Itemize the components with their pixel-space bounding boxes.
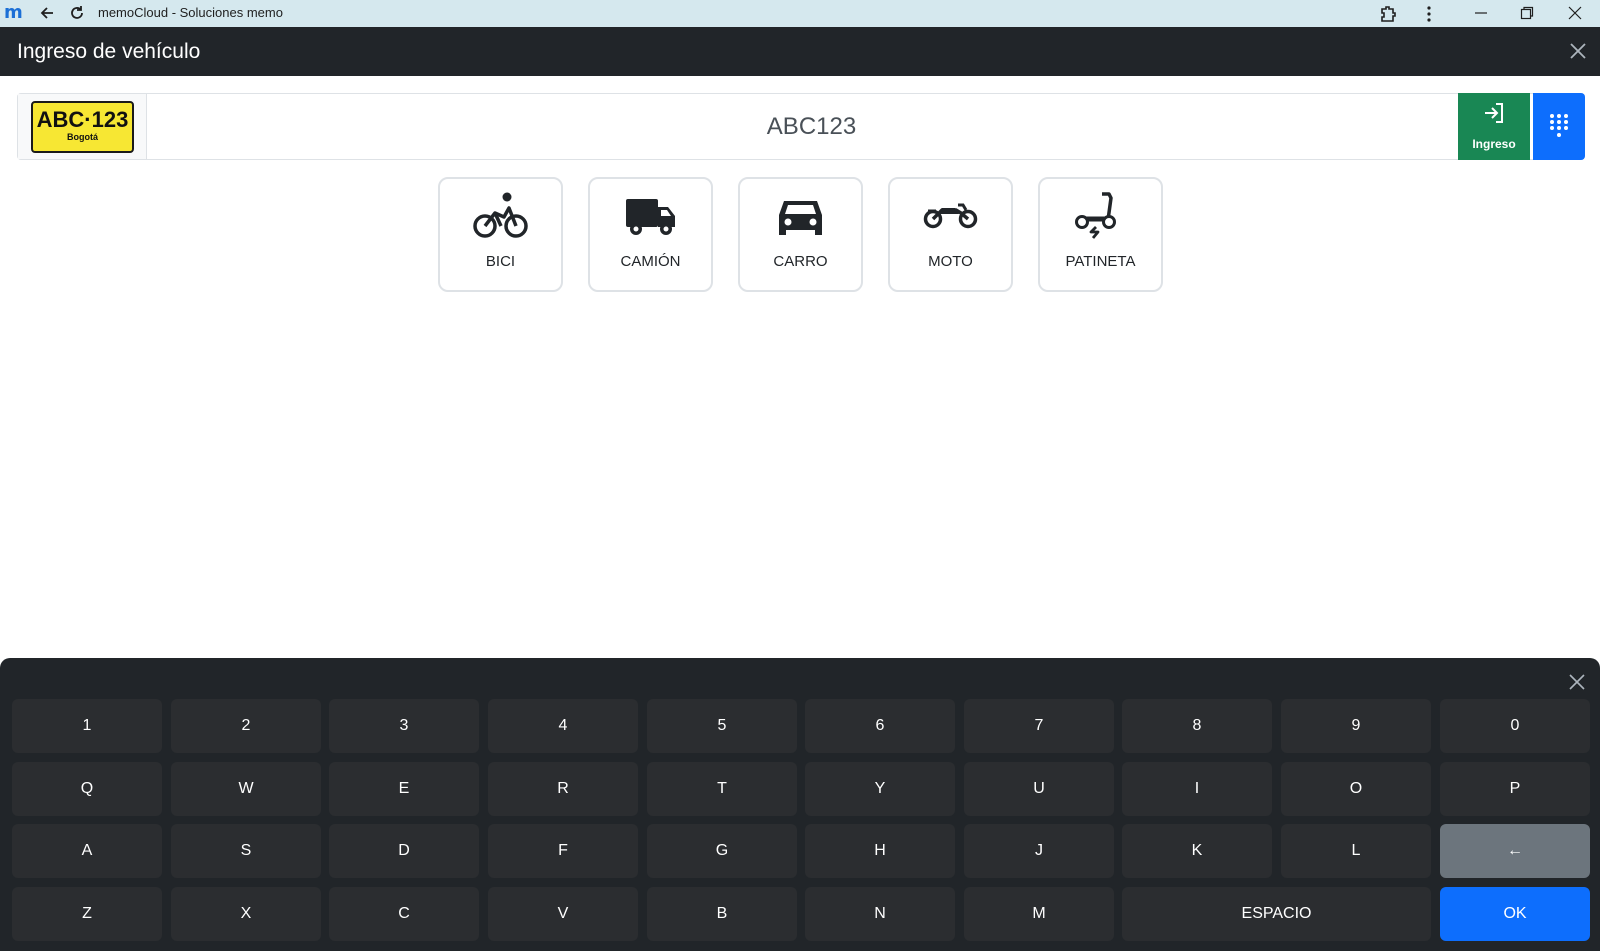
key-x[interactable]: X: [171, 887, 321, 941]
keypad-toggle-button[interactable]: [1533, 93, 1585, 160]
key-s[interactable]: S: [171, 824, 321, 878]
restore-icon[interactable]: [1520, 6, 1534, 20]
sign-in-icon: [1485, 103, 1503, 123]
motorcycle-icon: [923, 203, 978, 229]
key-w[interactable]: W: [171, 762, 321, 816]
plate-input-group: ABC·123 Bogotá: [17, 93, 1585, 160]
key-6[interactable]: 6: [805, 699, 955, 753]
vehicle-card-camion[interactable]: CAMIÓN: [588, 177, 713, 292]
key-3[interactable]: 3: [329, 699, 479, 753]
key-n[interactable]: N: [805, 887, 955, 941]
vehicle-card-bici[interactable]: BICI: [438, 177, 563, 292]
key-b[interactable]: B: [647, 887, 797, 941]
key-4[interactable]: 4: [488, 699, 638, 753]
reload-icon[interactable]: [68, 4, 86, 22]
scooter-icon: [1075, 192, 1116, 239]
vehicle-card-patineta[interactable]: PATINETA: [1038, 177, 1163, 292]
plate-badge-container: ABC·123 Bogotá: [18, 94, 147, 159]
key-l[interactable]: L: [1281, 824, 1431, 878]
key-8[interactable]: 8: [1122, 699, 1272, 753]
plate-input[interactable]: [148, 94, 1475, 159]
key-h[interactable]: H: [805, 824, 955, 878]
more-options-icon[interactable]: [1422, 4, 1436, 24]
key-e[interactable]: E: [329, 762, 479, 816]
plate-badge-city: Bogotá: [67, 132, 98, 142]
key-0[interactable]: 0: [1440, 699, 1590, 753]
minimize-icon[interactable]: [1474, 6, 1488, 20]
key-m[interactable]: M: [964, 887, 1114, 941]
browser-title-bar: m memoCloud - Soluciones memo: [0, 0, 1600, 27]
close-icon[interactable]: [1569, 42, 1587, 60]
ingreso-button[interactable]: Ingreso: [1458, 93, 1530, 160]
key-c[interactable]: C: [329, 887, 479, 941]
license-plate-badge: ABC·123 Bogotá: [31, 101, 134, 153]
key-r[interactable]: R: [488, 762, 638, 816]
key-i[interactable]: I: [1122, 762, 1272, 816]
key-o[interactable]: O: [1281, 762, 1431, 816]
truck-icon: [626, 199, 675, 235]
key-q[interactable]: Q: [12, 762, 162, 816]
browser-tab-title: memoCloud - Soluciones memo: [98, 5, 283, 20]
ok-key[interactable]: OK: [1440, 887, 1590, 941]
key-p[interactable]: P: [1440, 762, 1590, 816]
plate-badge-number: ABC·123: [36, 107, 129, 132]
key-9[interactable]: 9: [1281, 699, 1431, 753]
app-logo: m: [4, 2, 23, 23]
vehicle-label: CAMIÓN: [620, 253, 681, 270]
key-2[interactable]: 2: [171, 699, 321, 753]
key-f[interactable]: F: [488, 824, 638, 878]
vehicle-label: CARRO: [773, 253, 828, 270]
vehicle-card-carro[interactable]: CARRO: [738, 177, 863, 292]
bicycle-icon: [473, 192, 528, 238]
ingreso-label: Ingreso: [1472, 137, 1516, 151]
car-icon: [779, 201, 822, 235]
key-a[interactable]: A: [12, 824, 162, 878]
backspace-key[interactable]: ←: [1440, 824, 1590, 878]
key-5[interactable]: 5: [647, 699, 797, 753]
vehicle-label: BICI: [485, 253, 516, 270]
vehicle-label: MOTO: [928, 253, 973, 270]
keypad-icon: [1550, 114, 1568, 137]
key-k[interactable]: K: [1122, 824, 1272, 878]
key-g[interactable]: G: [647, 824, 797, 878]
space-key[interactable]: ESPACIO: [1122, 887, 1431, 941]
window-close-icon[interactable]: [1568, 6, 1582, 20]
key-7[interactable]: 7: [964, 699, 1114, 753]
extensions-icon[interactable]: [1378, 4, 1398, 24]
key-t[interactable]: T: [647, 762, 797, 816]
key-z[interactable]: Z: [12, 887, 162, 941]
back-arrow-icon[interactable]: [38, 4, 56, 22]
vehicle-card-moto[interactable]: MOTO: [888, 177, 1013, 292]
keyboard-close-icon[interactable]: [1569, 674, 1585, 690]
key-d[interactable]: D: [329, 824, 479, 878]
vehicle-label: PATINETA: [1065, 253, 1136, 270]
key-v[interactable]: V: [488, 887, 638, 941]
key-j[interactable]: J: [964, 824, 1114, 878]
key-1[interactable]: 1: [12, 699, 162, 753]
modal-header: Ingreso de vehículo: [0, 27, 1600, 76]
key-y[interactable]: Y: [805, 762, 955, 816]
key-u[interactable]: U: [964, 762, 1114, 816]
page-title: Ingreso de vehículo: [17, 40, 201, 63]
